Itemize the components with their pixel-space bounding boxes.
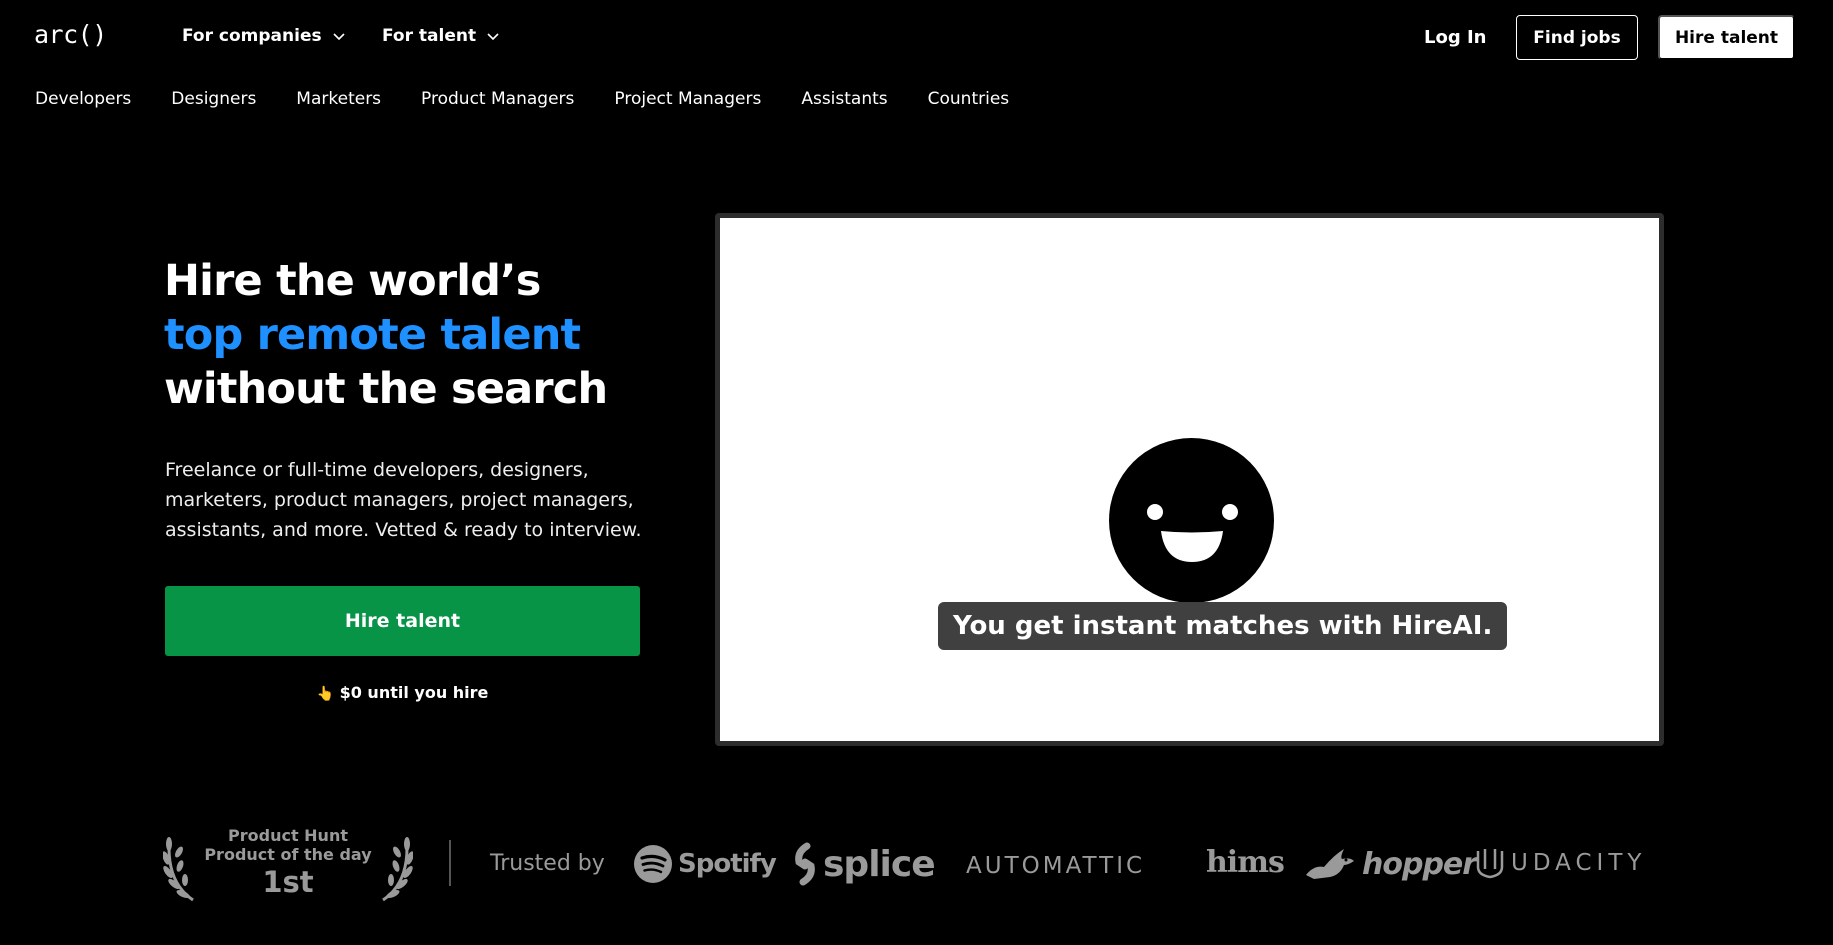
- award-text: Product Hunt Product of the day 1st: [203, 826, 373, 899]
- splice-icon: [795, 842, 815, 886]
- for-talent-menu[interactable]: For talent: [382, 26, 500, 46]
- for-talent-label: For talent: [382, 26, 477, 46]
- nav-assistants[interactable]: Assistants: [801, 89, 887, 109]
- spotify-icon: [634, 845, 672, 883]
- hopper-wordmark: hopper: [1362, 846, 1477, 882]
- find-jobs-button[interactable]: Find jobs: [1516, 15, 1638, 60]
- video-caption: You get instant matches with HireAI.: [938, 602, 1508, 650]
- for-companies-label: For companies: [182, 26, 322, 46]
- splice-wordmark: splice: [823, 843, 936, 885]
- for-companies-menu[interactable]: For companies: [182, 26, 346, 46]
- hero-title-line2: top remote talent: [164, 310, 581, 360]
- hims-logo: hims: [1206, 845, 1285, 880]
- hero-title-line3: without the search: [164, 364, 608, 414]
- nav-countries[interactable]: Countries: [928, 89, 1010, 109]
- award-rank: 1st: [262, 865, 314, 899]
- pointing-hand-icon: 👆: [316, 686, 335, 702]
- hopper-logo: hopper: [1304, 845, 1477, 883]
- category-nav: Developers Designers Marketers Product M…: [35, 89, 1009, 109]
- udacity-wordmark: UDACITY: [1511, 850, 1647, 876]
- chevron-down-icon: [487, 33, 499, 41]
- trusted-by-label: Trusted by: [490, 851, 605, 876]
- udacity-icon: [1476, 849, 1504, 879]
- smiley-face-icon: [1109, 438, 1274, 603]
- arc-logo[interactable]: arc(): [34, 20, 107, 49]
- video-canvas: You get instant matches with HireAI.: [724, 222, 1655, 737]
- hims-wordmark: hims: [1206, 845, 1285, 880]
- hero-note-text: $0 until you hire: [339, 683, 489, 702]
- splice-logo: splice: [793, 842, 936, 886]
- award-line1: Product Hunt: [228, 826, 348, 845]
- spotify-logo: Spotify: [634, 845, 777, 883]
- nav-developers[interactable]: Developers: [35, 89, 131, 109]
- hire-talent-cta-button[interactable]: Hire talent: [165, 586, 640, 656]
- chevron-down-icon: [333, 33, 345, 41]
- hero-title-line1: Hire the world’s: [164, 256, 541, 306]
- award-line2: Product of the day: [204, 845, 372, 864]
- nav-project-managers[interactable]: Project Managers: [614, 89, 761, 109]
- hero-title: Hire the world’s top remote talent witho…: [164, 254, 608, 416]
- nav-marketers[interactable]: Marketers: [296, 89, 381, 109]
- nav-product-managers[interactable]: Product Managers: [421, 89, 574, 109]
- product-hunt-award: Product Hunt Product of the day 1st: [163, 824, 413, 904]
- spotify-wordmark: Spotify: [678, 849, 777, 879]
- hero-video[interactable]: You get instant matches with HireAI.: [715, 213, 1664, 746]
- hire-talent-header-button[interactable]: Hire talent: [1658, 15, 1795, 60]
- bunny-icon: [1306, 849, 1354, 879]
- hero-subtitle: Freelance or full-time developers, desig…: [165, 459, 642, 541]
- udacity-logo: UDACITY: [1475, 847, 1646, 879]
- automattic-logo: AUTOMATTIC: [966, 853, 1145, 879]
- nav-designers[interactable]: Designers: [171, 89, 256, 109]
- automattic-wordmark: AUTOMATTIC: [966, 853, 1146, 879]
- login-link[interactable]: Log In: [1424, 27, 1487, 48]
- hero-note: 👆 $0 until you hire: [165, 683, 640, 702]
- trust-divider: [449, 840, 451, 886]
